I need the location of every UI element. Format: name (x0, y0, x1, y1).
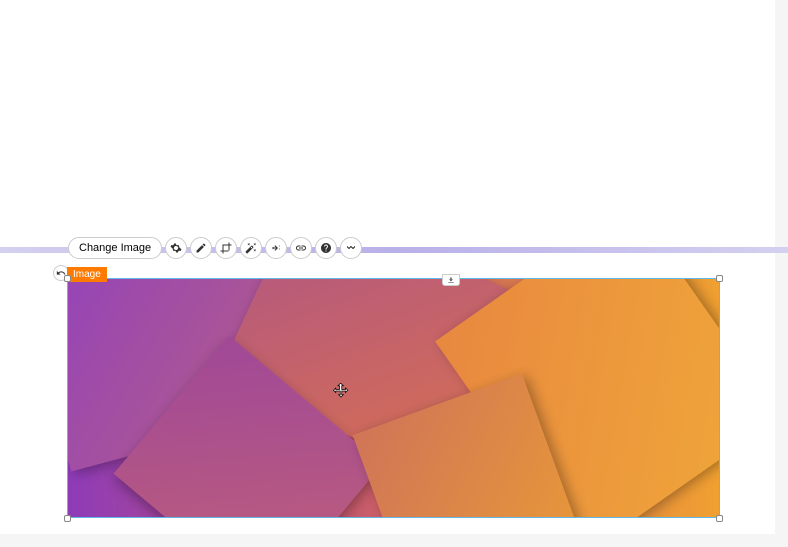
animation-button[interactable] (265, 237, 287, 259)
image-element[interactable] (67, 278, 720, 518)
animation-icon (270, 242, 282, 254)
element-type-label: Image (67, 267, 107, 282)
pencil-icon (195, 242, 207, 254)
more-button[interactable] (340, 237, 362, 259)
settings-button[interactable] (165, 237, 187, 259)
link-button[interactable] (290, 237, 312, 259)
crop-icon (220, 242, 232, 254)
crop-button[interactable] (215, 237, 237, 259)
change-image-button[interactable]: Change Image (68, 237, 162, 259)
horizontal-scrollbar[interactable] (0, 534, 775, 547)
wand-icon (245, 242, 257, 254)
download-tab[interactable] (442, 274, 460, 286)
link-icon (295, 242, 307, 254)
resize-handle-top-left[interactable] (64, 275, 71, 282)
help-button[interactable] (315, 237, 337, 259)
gear-icon (170, 242, 182, 254)
resize-handle-top-right[interactable] (716, 275, 723, 282)
help-icon (320, 242, 332, 254)
image-content (68, 279, 719, 517)
wave-icon (345, 242, 357, 254)
change-image-label: Change Image (79, 242, 151, 254)
download-icon (447, 276, 455, 284)
edit-button[interactable] (190, 237, 212, 259)
resize-handle-bottom-right[interactable] (716, 515, 723, 522)
resize-handle-bottom-left[interactable] (64, 515, 71, 522)
filters-button[interactable] (240, 237, 262, 259)
vertical-scrollbar[interactable] (775, 0, 788, 547)
image-toolbar: Change Image (68, 237, 362, 259)
